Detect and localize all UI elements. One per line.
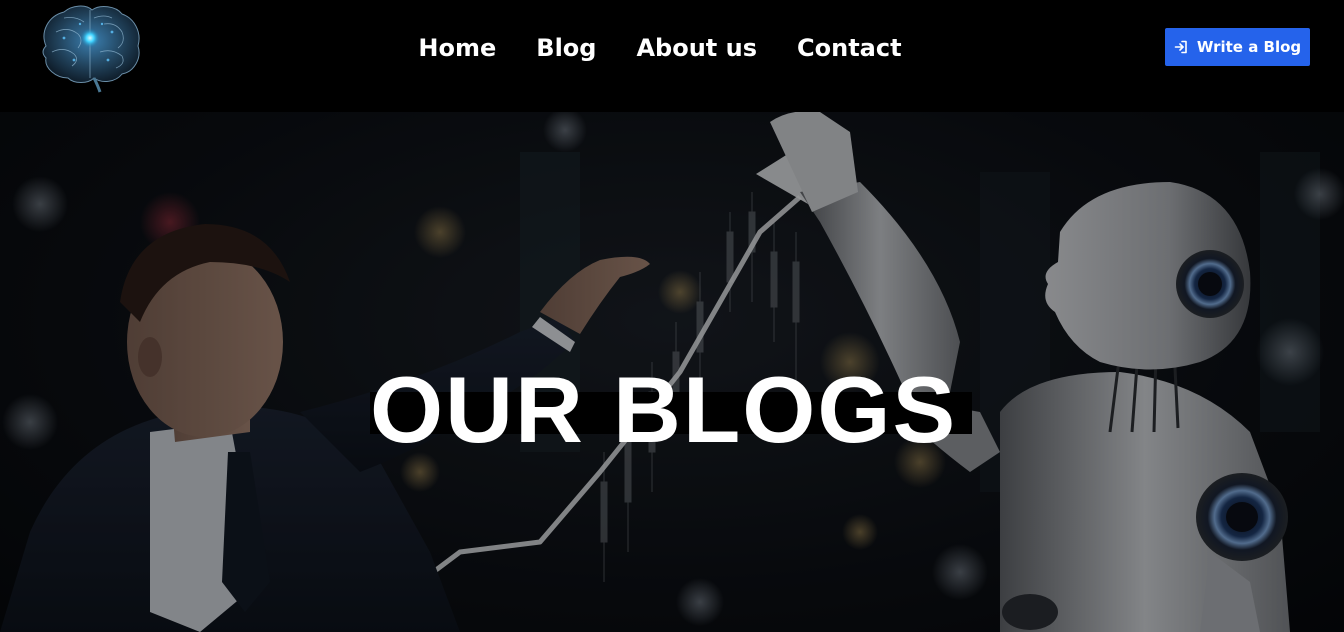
hero-banner: OUR BLOGS [0, 112, 1344, 632]
nav-link-blog[interactable]: Blog [536, 30, 596, 66]
navbar: Home Blog About us Contact Write a Blog [0, 0, 1344, 112]
main-nav: Home Blog About us Contact [0, 30, 1344, 66]
write-a-blog-label: Write a Blog [1196, 38, 1302, 56]
page: Home Blog About us Contact Write a Blog [0, 0, 1344, 632]
nav-link-home[interactable]: Home [418, 30, 496, 66]
nav-link-about-us[interactable]: About us [636, 30, 757, 66]
hero-title: OUR BLOGS [370, 357, 958, 462]
nav-link-contact[interactable]: Contact [797, 30, 902, 66]
sign-in-arrow-icon [1174, 40, 1187, 54]
write-a-blog-button[interactable]: Write a Blog [1165, 28, 1310, 66]
